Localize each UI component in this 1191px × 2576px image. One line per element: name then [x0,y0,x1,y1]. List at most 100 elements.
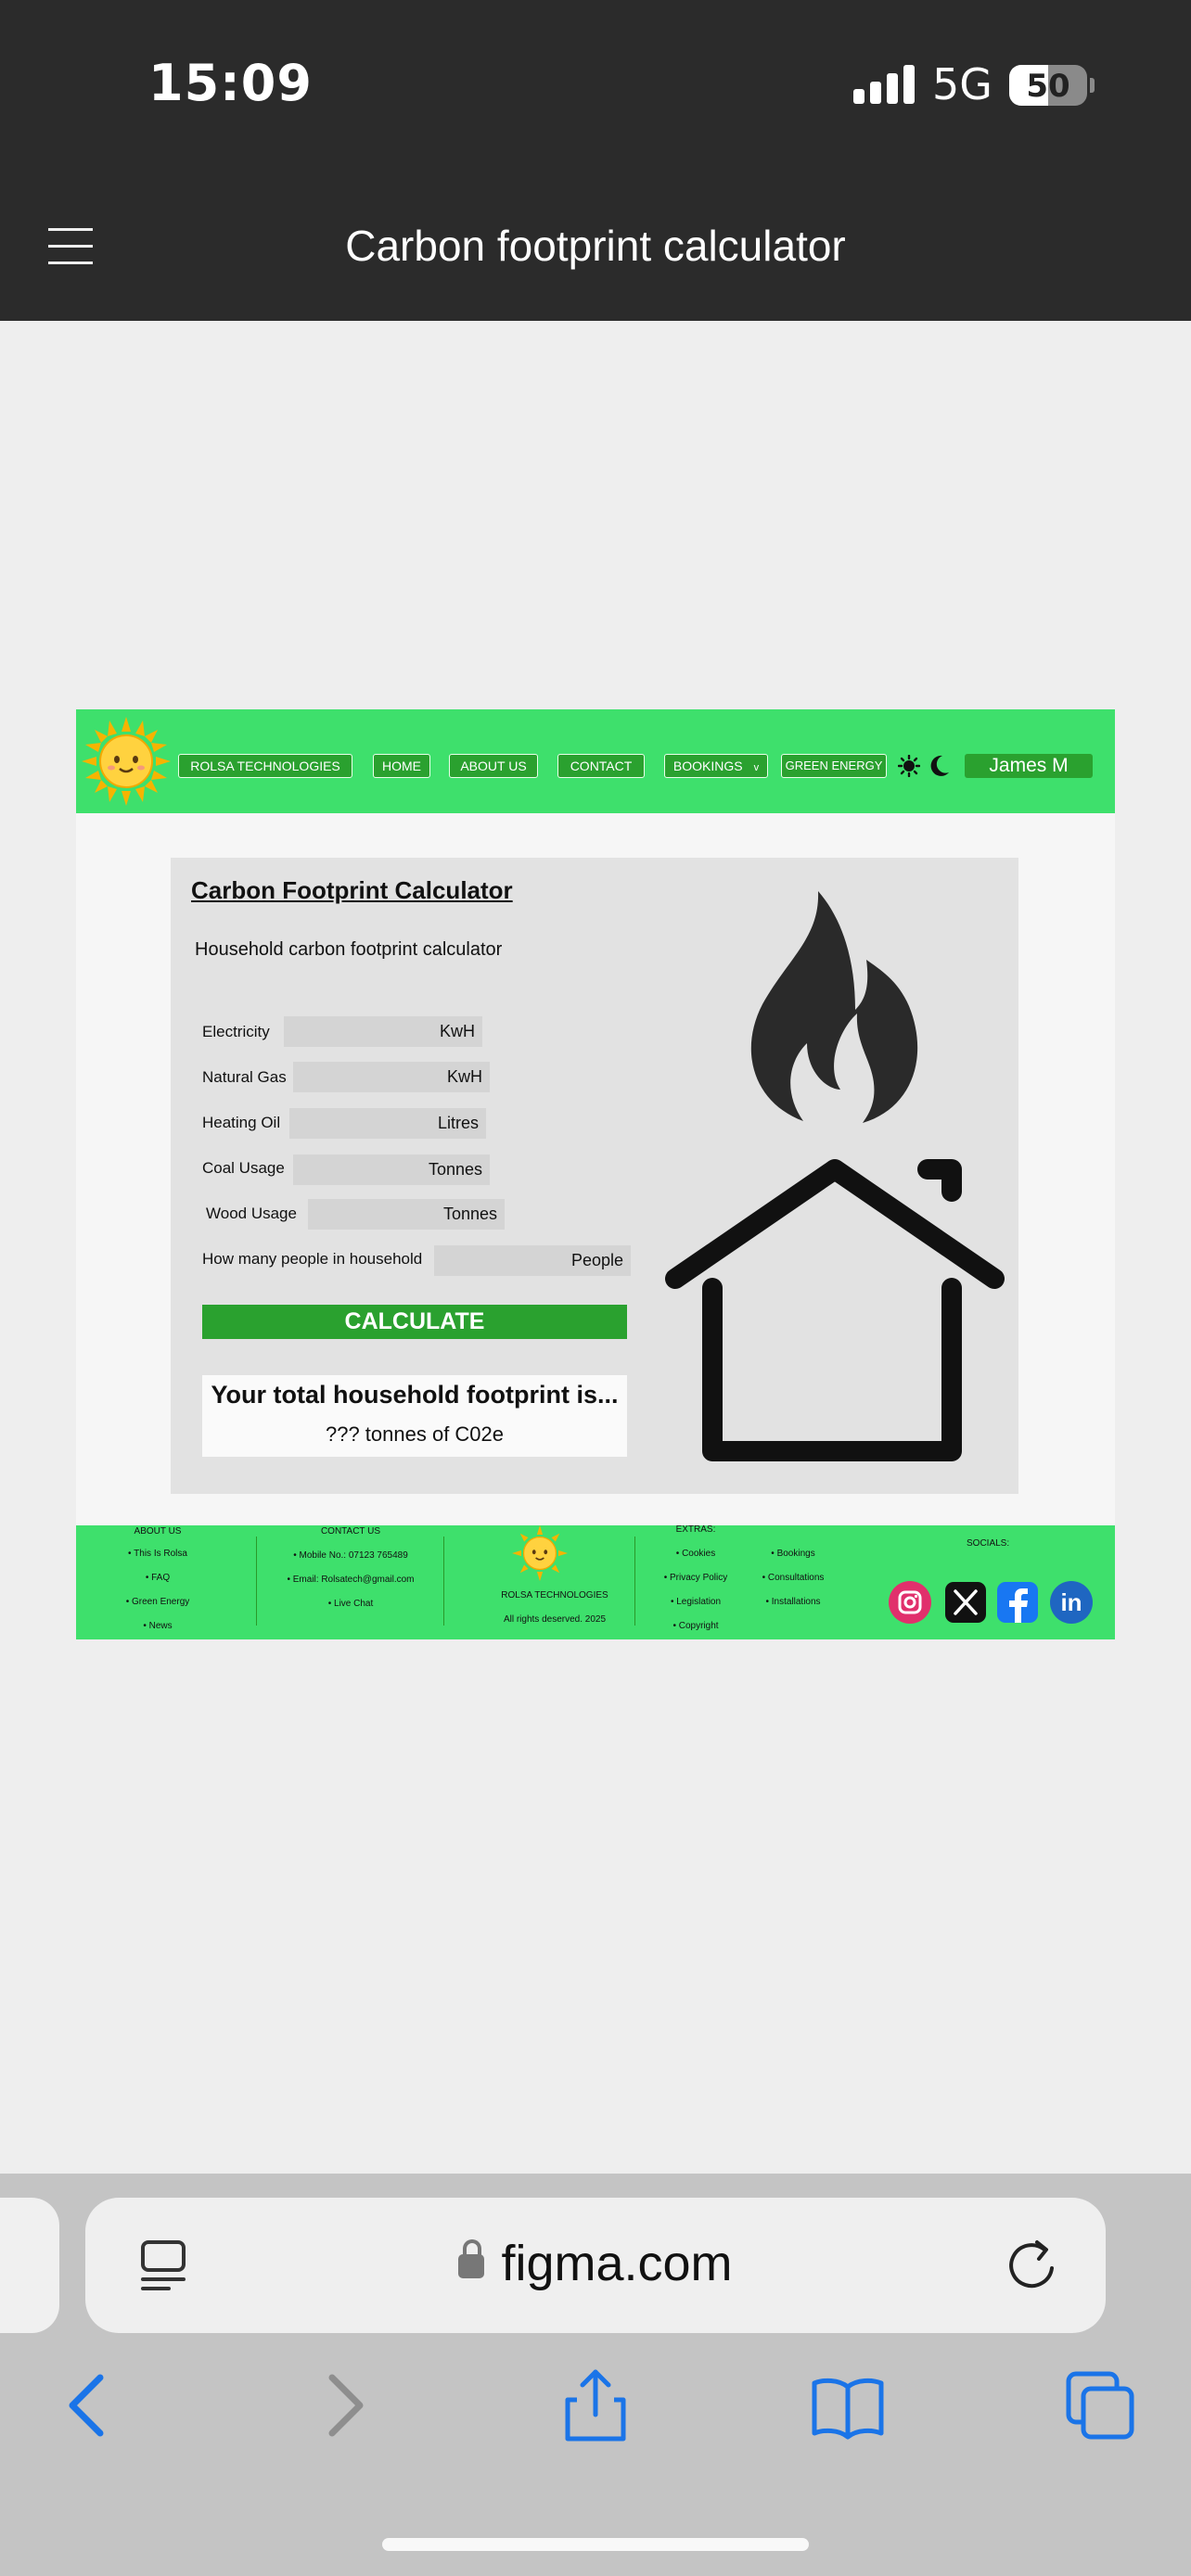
previous-tab-peek[interactable] [0,2198,59,2333]
nav-home[interactable]: HOME [373,754,430,778]
forward-icon[interactable] [306,2368,380,2442]
share-icon[interactable] [558,2368,633,2442]
footer-link-label: Email: Rolsatech@gmail.com [292,1575,415,1585]
nav-contact[interactable]: CONTACT [557,754,645,778]
footer-link[interactable]: • Copyright [649,1614,742,1639]
footer-extras-2: • Bookings • Consultations • Installatio… [742,1542,844,1614]
house-icon [665,1159,1005,1461]
footer-link-label: Privacy Policy [670,1573,728,1583]
footer-link-label: News [148,1621,173,1631]
footer-extras: EXTRAS: • Cookies • Privacy Policy • Leg… [649,1518,742,1639]
battery-nub [1090,78,1095,93]
people-input[interactable]: People [434,1245,631,1276]
address-bar[interactable]: figma.com [85,2198,1106,2333]
coal-usage-input[interactable]: Tonnes [293,1154,490,1185]
footer-link-label: Live Chat [334,1599,374,1609]
footer-link[interactable]: • Bookings [742,1542,844,1566]
result-heading: Your total household footprint is... [211,1381,619,1409]
signal-icon [853,65,915,104]
footer-link[interactable]: • FAQ [102,1566,213,1590]
nav-about[interactable]: ABOUT US [449,754,538,778]
flame-icon [750,891,918,1123]
footer-divider [634,1537,635,1626]
footer-about-heading: ABOUT US [134,1526,182,1537]
footer-link-label: Mobile No.: 07123 765489 [299,1550,408,1561]
network-label: 5G [932,59,992,109]
footer-link-label: Copyright [678,1621,719,1631]
footer-link[interactable]: • Mobile No.: 07123 765489 [258,1544,443,1568]
linkedin-icon[interactable]: in [1050,1581,1093,1624]
x-twitter-icon[interactable] [944,1581,987,1624]
wood-usage-input[interactable]: Tonnes [308,1199,505,1230]
nav-bookings-label: BOOKINGS [672,759,743,773]
back-icon[interactable] [52,2368,126,2442]
footer-contact-heading: CONTACT US [320,1526,381,1537]
footer-link[interactable]: • Consultations [742,1566,844,1590]
sun-logo-icon [512,1525,568,1581]
footer-link-label: Legislation [676,1597,722,1607]
facebook-icon[interactable] [996,1581,1039,1624]
footer-brand: ROLSA TECHNOLOGIES [501,1590,608,1600]
footer-link[interactable]: • Email: Rolsatech@gmail.com [258,1568,443,1592]
footer-link[interactable]: • Green Energy [102,1590,213,1614]
footer-link-label: Installations [771,1597,821,1607]
wood-usage-label: Wood Usage [206,1205,297,1222]
footer-link[interactable]: • News [102,1614,213,1639]
site-footer: ABOUT US • This Is Rolsa • FAQ • Green E… [76,1524,1115,1639]
user-account-button[interactable]: James M [965,754,1093,778]
footer-link-label: Cookies [682,1549,716,1559]
footer-link[interactable]: • Privacy Policy [649,1566,742,1590]
app-header: 15:09 5G 50 Carbon footprint calculator [0,0,1191,321]
nav-bookings-dropdown[interactable]: BOOKINGS v [664,754,768,778]
chevron-down-icon: v [753,762,760,773]
calculator-title: Carbon Footprint Calculator [191,876,513,904]
footer-link[interactable]: • Cookies [649,1542,742,1566]
electricity-input[interactable]: KwH [284,1016,482,1047]
footer-link-label: Bookings [776,1549,815,1559]
sun-theme-icon[interactable] [898,755,920,777]
calculate-button[interactable]: CALCULATE [202,1305,627,1339]
people-label: How many people in household [202,1250,423,1268]
site-navbar: ROLSA TECHNOLOGIES HOME ABOUT US CONTACT… [76,709,1115,813]
sun-logo-icon [82,717,171,806]
footer-link[interactable]: • This Is Rolsa [102,1542,213,1566]
footer-divider [443,1537,444,1626]
bookmarks-icon[interactable] [811,2368,885,2442]
footer-link[interactable]: • Live Chat [258,1592,443,1616]
battery-icon: 50 [1009,65,1087,106]
heating-oil-label: Heating Oil [202,1114,281,1131]
footer-link-label: Green Energy [132,1597,190,1607]
footer-contact: CONTACT US • Mobile No.: 07123 765489 • … [258,1520,443,1616]
prototype-frame: ROLSA TECHNOLOGIES HOME ABOUT US CONTACT… [76,709,1115,1639]
result-panel: Your total household footprint is... ???… [202,1375,627,1457]
status-time: 15:09 [148,54,313,112]
instagram-icon[interactable] [889,1581,931,1624]
footer-rights: All rights deserved. 2025 [503,1614,607,1625]
natural-gas-input[interactable]: KwH [293,1062,490,1092]
heating-oil-input[interactable]: Litres [289,1108,486,1139]
url-text: figma.com [501,2236,733,2291]
coal-usage-label: Coal Usage [202,1159,285,1177]
nav-green-energy[interactable]: GREEN ENERGY [781,754,887,778]
browser-chrome: figma.com [0,2174,1191,2576]
footer-divider [256,1537,257,1626]
nav-brand[interactable]: ROLSA TECHNOLOGIES [178,754,352,778]
lock-icon [458,2239,485,2278]
footer-about: ABOUT US • This Is Rolsa • FAQ • Green E… [102,1520,213,1639]
reload-icon[interactable] [1004,2237,1059,2294]
footer-link-label: FAQ [151,1573,171,1583]
page-title: Carbon footprint calculator [345,222,846,270]
footer-link-label: Consultations [767,1573,825,1583]
calculator-subtitle: Household carbon footprint calculator [195,939,503,960]
footer-extras-heading: EXTRAS: [675,1524,716,1535]
footer-link[interactable]: • Legislation [649,1590,742,1614]
footer-link[interactable]: • Installations [742,1590,844,1614]
natural-gas-label: Natural Gas [202,1068,287,1086]
electricity-label: Electricity [202,1023,270,1040]
home-indicator [382,2538,809,2551]
linkedin-text: in [1060,1588,1082,1616]
tabs-icon[interactable] [1063,2368,1137,2442]
moon-theme-icon[interactable] [928,754,950,778]
result-value: ??? tonnes of C02e [325,1422,505,1446]
battery-level: 50 [1026,68,1070,105]
